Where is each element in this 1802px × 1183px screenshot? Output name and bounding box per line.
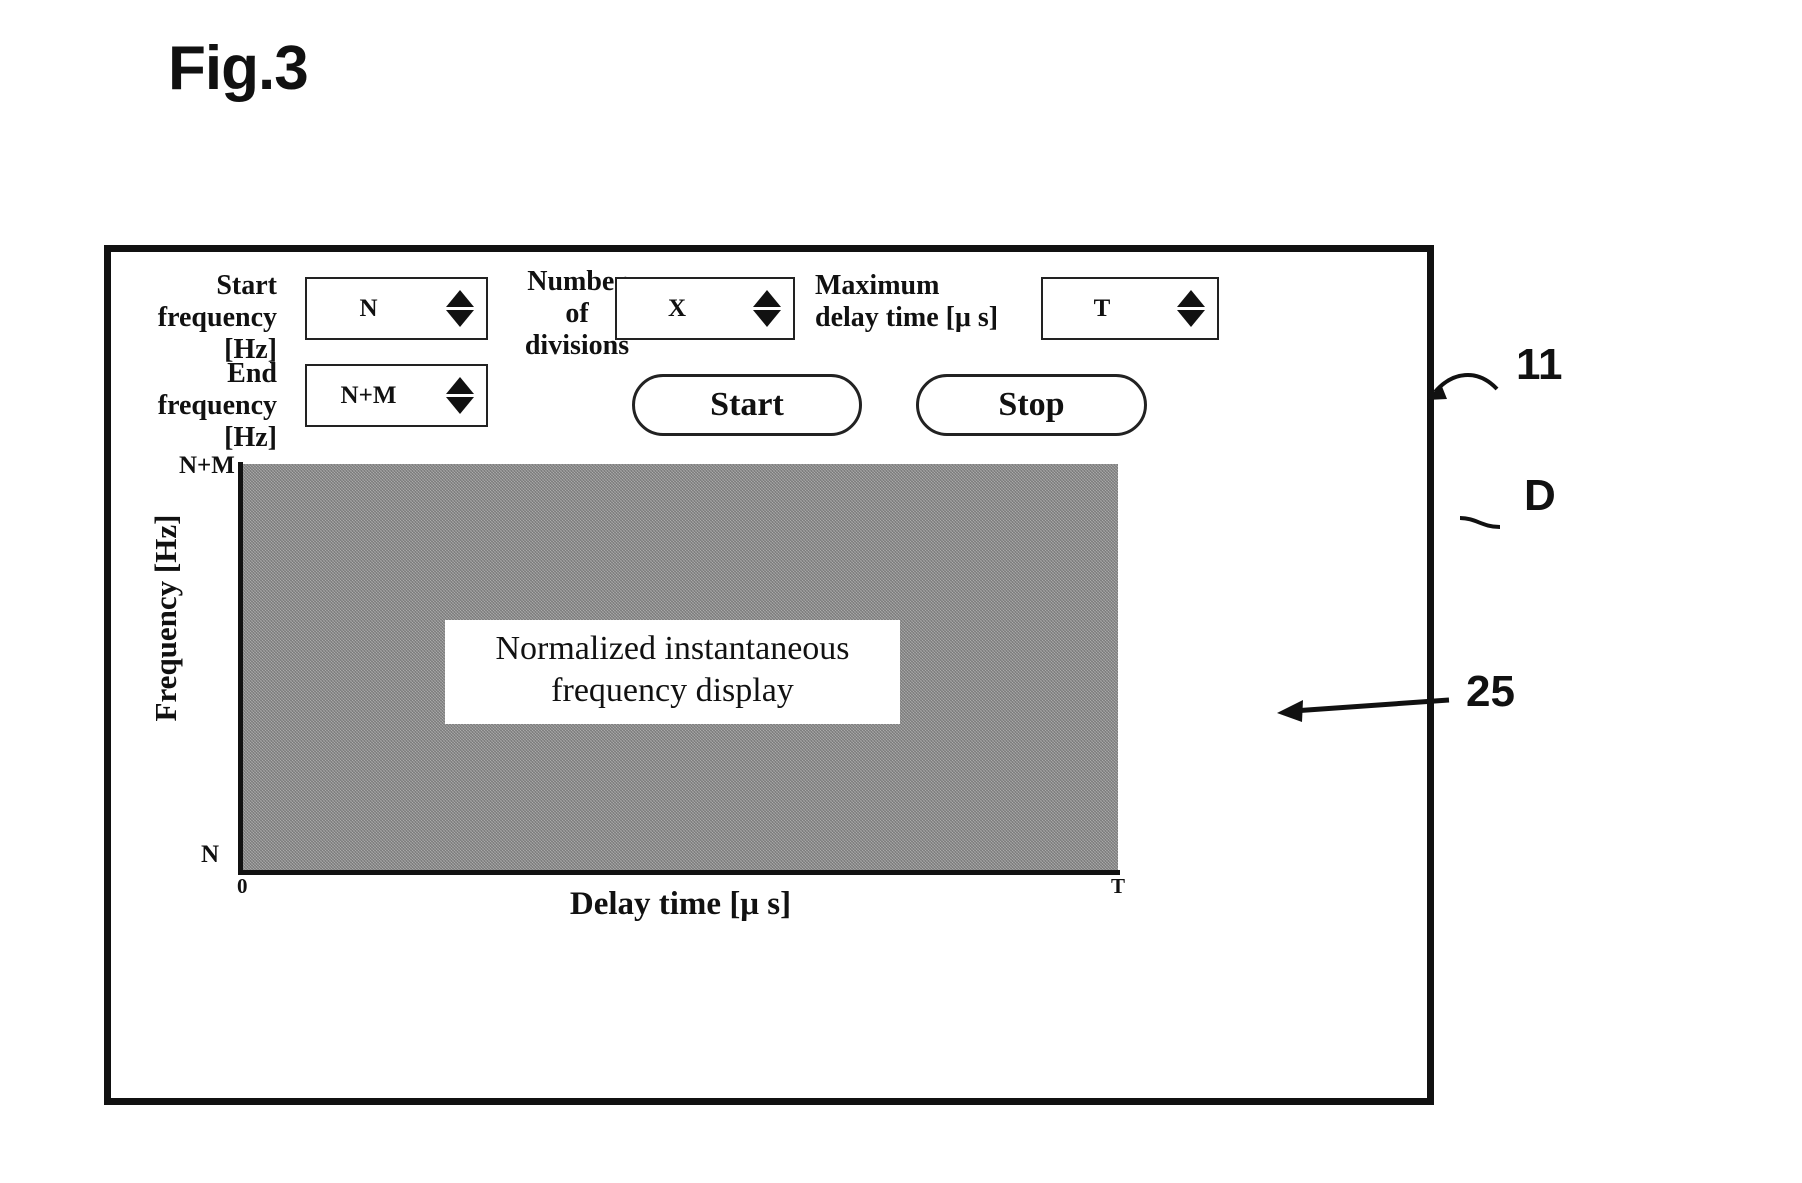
figure-title: Fig.3 [168, 34, 309, 103]
x-axis [238, 870, 1120, 875]
number-of-divisions-value: X [667, 294, 687, 322]
maximum-delay-time-stepper-arrows[interactable] [1171, 290, 1217, 327]
chevron-down-icon[interactable] [446, 397, 474, 414]
start-frequency-stepper-arrows[interactable] [440, 290, 486, 327]
maximum-delay-time-spinner[interactable]: T [1041, 277, 1219, 340]
stop-button[interactable]: Stop [916, 374, 1147, 436]
y-axis-label: Frequency [Hz] [148, 514, 183, 722]
end-frequency-label: End frequency [Hz] [157, 358, 277, 453]
reference-numeral-11: 11 [1516, 340, 1563, 389]
chevron-up-icon[interactable] [1177, 290, 1205, 307]
start-frequency-value: N [359, 294, 378, 322]
end-frequency-value: N+M [340, 381, 397, 409]
chevron-down-icon[interactable] [446, 310, 474, 327]
reference-numeral-25: 25 [1466, 667, 1515, 716]
number-of-divisions-spinner[interactable]: X [615, 277, 795, 340]
end-frequency-spinner[interactable]: N+M [305, 364, 488, 427]
chevron-up-icon[interactable] [753, 290, 781, 307]
chevron-up-icon[interactable] [446, 377, 474, 394]
number-of-divisions-stepper-arrows[interactable] [747, 290, 793, 327]
plot-caption: Normalized instantaneous frequency displ… [445, 620, 900, 725]
reference-numeral-D: D [1524, 471, 1556, 520]
x-axis-label: Delay time [μ s] [569, 886, 792, 922]
start-frequency-label: Start frequency [Hz] [157, 270, 277, 365]
chevron-down-icon[interactable] [1177, 310, 1205, 327]
y-axis-tick-max: N+M [179, 452, 235, 479]
y-axis [238, 462, 243, 874]
y-axis-tick-min: N [201, 841, 220, 868]
maximum-delay-time-value: T [1093, 294, 1111, 322]
chevron-up-icon[interactable] [446, 290, 474, 307]
start-frequency-spinner[interactable]: N [305, 277, 488, 340]
end-frequency-stepper-arrows[interactable] [440, 377, 486, 414]
maximum-delay-time-label: Maximum delay time [μ s] [815, 270, 999, 333]
start-button[interactable]: Start [632, 374, 862, 436]
device-display-frame: Start frequency [Hz] N End frequency [Hz… [104, 245, 1434, 1105]
chevron-down-icon[interactable] [753, 310, 781, 327]
